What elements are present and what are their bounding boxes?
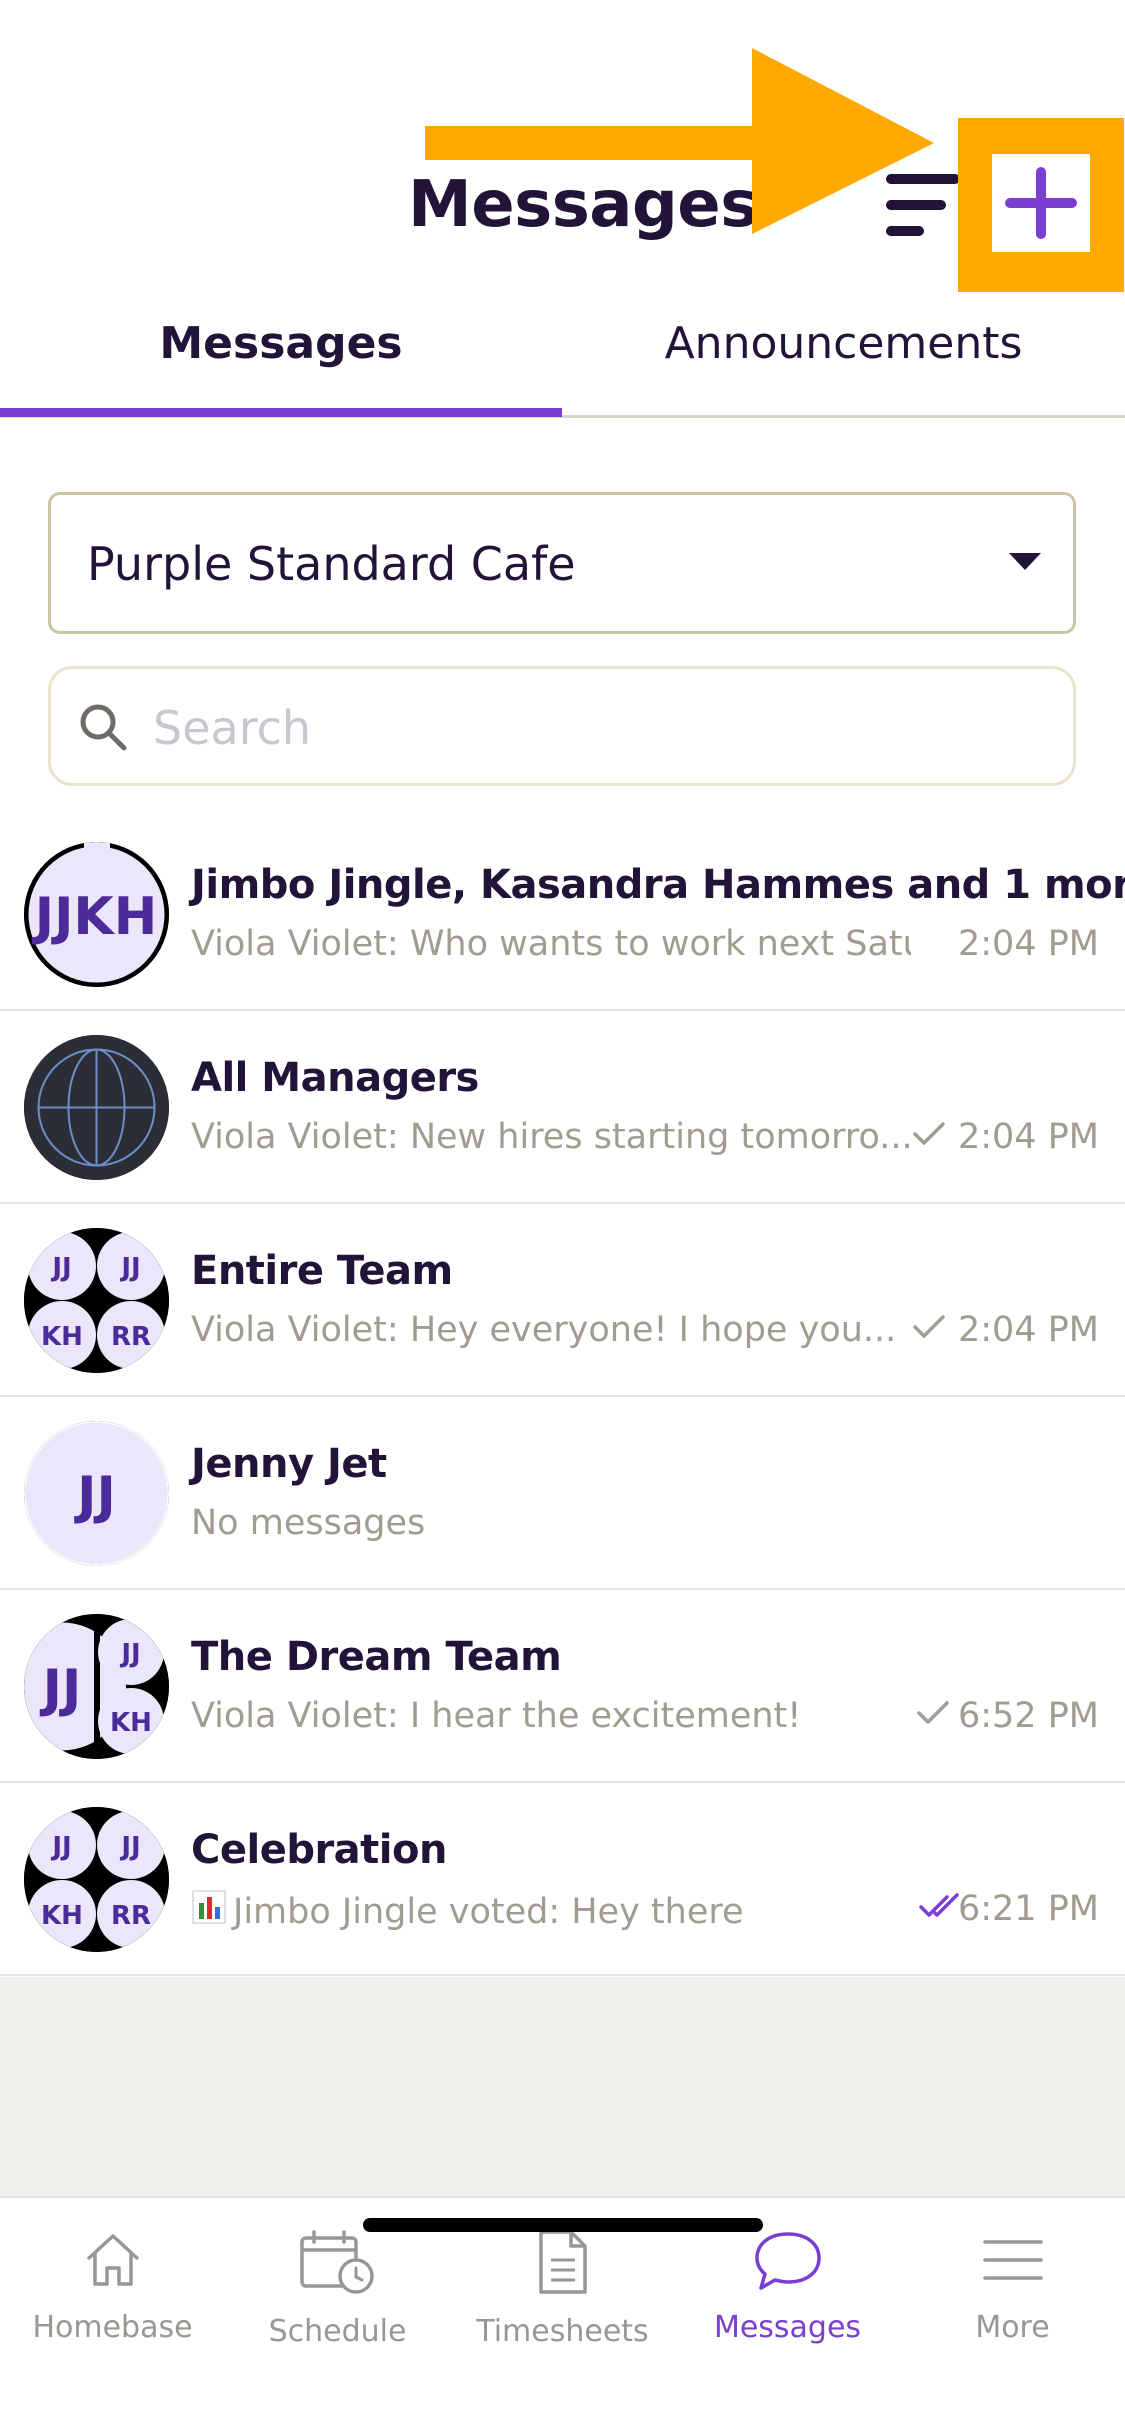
conversation-preview: No messages	[191, 1503, 426, 1543]
filter-lines-icon-bar	[886, 200, 946, 210]
avatar	[24, 1035, 169, 1180]
conversation-title: Entire Team	[191, 1248, 453, 1294]
double-check-icon	[919, 1893, 959, 1917]
nav-homebase[interactable]: Homebase	[0, 2228, 225, 2368]
nav-label: Messages	[713, 2310, 862, 2345]
svg-text:JJ: JJ	[119, 1639, 140, 1669]
svg-text:JJ: JJ	[119, 1253, 140, 1283]
conversation-preview: Viola Violet: Who wants to work next Sat…	[191, 924, 911, 964]
conversation-title: The Dream Team	[191, 1634, 562, 1680]
conversation-title: All Managers	[191, 1055, 479, 1101]
nav-schedule[interactable]: Schedule	[225, 2228, 450, 2368]
svg-text:JJ: JJ	[40, 1659, 82, 1719]
home-icon	[86, 2234, 139, 2286]
tab-messages[interactable]: Messages	[0, 318, 562, 369]
filter-button[interactable]	[882, 172, 962, 242]
bottom-nav: Homebase Schedule Timesheets Messages Mo…	[0, 2196, 1125, 2436]
avatar: JJKH	[24, 842, 169, 987]
filter-lines-icon-bar	[886, 226, 924, 236]
svg-text:JJ: JJ	[50, 1832, 71, 1862]
svg-text:KH: KH	[110, 1708, 152, 1738]
caret-down-icon	[1009, 553, 1041, 570]
check-icon	[917, 1701, 949, 1724]
conversation-time: 6:52 PM	[957, 1696, 1099, 1736]
new-message-button[interactable]	[992, 154, 1090, 252]
nav-timesheets[interactable]: Timesheets	[450, 2228, 675, 2368]
conversation-preview: Viola Violet: New hires starting tomorro…	[191, 1117, 911, 1157]
svg-text:RR: RR	[111, 1901, 151, 1931]
tab-announcements[interactable]: Announcements	[562, 318, 1125, 369]
conversation-preview-text: Jimbo Jingle voted: Hey there	[233, 1892, 744, 1932]
nav-label: Schedule	[268, 2314, 407, 2349]
conversation-preview: Viola Violet: Hey everyone! I hope you..…	[191, 1310, 897, 1350]
svg-text:KH: KH	[41, 1901, 83, 1931]
search-box[interactable]	[48, 666, 1076, 786]
svg-text:JJ: JJ	[50, 1253, 71, 1283]
conversation-row[interactable]: JJ JJ KH RR Celebration Jimbo Jingle vot…	[0, 1783, 1125, 1976]
conversation-time: 6:21 PM	[957, 1889, 1099, 1929]
bar-chart-icon	[192, 1890, 226, 1924]
conversation-list: JJKH Jimbo Jingle, Kasandra Hammes and 1…	[0, 818, 1125, 1976]
svg-text:KH: KH	[41, 1322, 83, 1352]
menu-icon	[982, 2240, 1043, 2280]
svg-text:JJ: JJ	[119, 1832, 140, 1862]
calendar-clock-icon	[299, 2230, 374, 2294]
conversation-time: 2:04 PM	[957, 1117, 1099, 1157]
active-tab-indicator	[0, 408, 562, 417]
conversation-title: Jimbo Jingle, Kasandra Hammes and 1 more	[191, 862, 1125, 908]
conversation-row[interactable]: JJ JJ KH RR Entire Team Viola Violet: He…	[0, 1204, 1125, 1397]
search-input[interactable]	[153, 693, 1033, 763]
conversation-row[interactable]: JJKH Jimbo Jingle, Kasandra Hammes and 1…	[0, 818, 1125, 1011]
check-icon	[913, 1122, 945, 1145]
nav-label: Homebase	[32, 2310, 193, 2345]
document-icon	[538, 2230, 587, 2294]
home-indicator	[363, 2218, 763, 2232]
svg-text:JJ: JJ	[74, 1466, 116, 1526]
svg-text:RR: RR	[111, 1322, 151, 1352]
svg-text:JJKH: JJKH	[32, 887, 158, 947]
nav-more[interactable]: More	[900, 2228, 1125, 2368]
filter-lines-icon	[886, 174, 960, 184]
search-icon	[80, 704, 127, 751]
conversation-row[interactable]: JJ Jenny Jet No messages	[0, 1397, 1125, 1590]
chat-bubble-icon	[754, 2232, 821, 2290]
conversation-preview: Jimbo Jingle voted: Hey there	[191, 1889, 744, 1932]
nav-label: Timesheets	[476, 2314, 649, 2349]
annotation-arrow-icon	[425, 48, 934, 234]
tab-bar: Messages Announcements	[0, 300, 1125, 418]
avatar: JJ JJ KH RR	[24, 1807, 169, 1952]
location-select[interactable]: Purple Standard Cafe	[48, 492, 1076, 634]
nav-messages[interactable]: Messages	[675, 2228, 900, 2368]
conversation-title: Celebration	[191, 1827, 447, 1873]
conversation-time: 2:04 PM	[957, 924, 1099, 964]
globe-icon	[24, 1035, 169, 1180]
conversation-title: Jenny Jet	[191, 1441, 387, 1487]
conversation-preview: Viola Violet: I hear the excitement!	[191, 1696, 802, 1736]
conversation-row[interactable]: All Managers Viola Violet: New hires sta…	[0, 1011, 1125, 1204]
check-icon	[913, 1315, 945, 1338]
header: Messages	[0, 0, 1125, 300]
list-empty-area	[0, 1977, 1125, 2197]
conversation-time: 2:04 PM	[957, 1310, 1099, 1350]
plus-icon	[1005, 167, 1077, 239]
nav-label: More	[975, 2310, 1050, 2345]
avatar: JJ JJ KH RR	[24, 1228, 169, 1373]
avatar: JJ JJ KH	[24, 1614, 169, 1759]
location-select-value: Purple Standard Cafe	[87, 537, 576, 591]
conversation-row[interactable]: JJ JJ KH The Dream Team Viola Violet: I …	[0, 1590, 1125, 1783]
avatar: JJ	[24, 1421, 169, 1566]
